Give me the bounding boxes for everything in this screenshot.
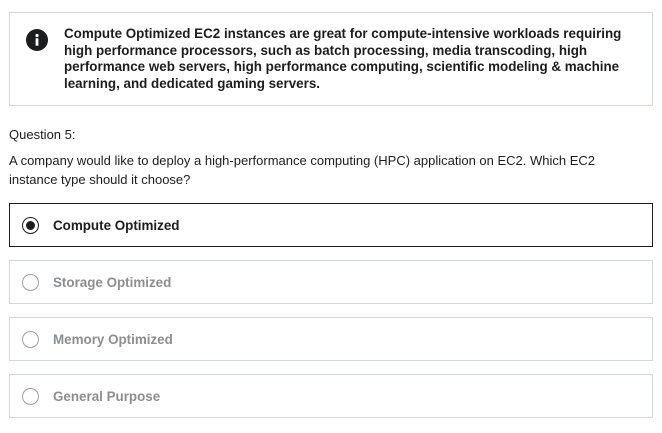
radio-button[interactable] — [22, 388, 39, 405]
answer-option-label: General Purpose — [53, 389, 161, 404]
radio-button[interactable] — [22, 274, 39, 291]
answer-option-label: Memory Optimized — [53, 332, 173, 347]
answer-option-label: Storage Optimized — [53, 275, 172, 290]
quiz-page: Compute Optimized EC2 instances are grea… — [0, 0, 662, 433]
question-number: Question 5: — [9, 127, 76, 142]
radio-dot — [26, 221, 35, 230]
info-icon — [26, 29, 48, 51]
answer-option-compute-optimized[interactable]: Compute Optimized — [9, 203, 653, 247]
explanation-box: Compute Optimized EC2 instances are grea… — [9, 12, 653, 106]
radio-button-selected[interactable] — [22, 217, 39, 234]
answer-option-memory-optimized[interactable]: Memory Optimized — [9, 317, 653, 361]
answer-option-label: Compute Optimized — [53, 218, 180, 233]
explanation-text: Compute Optimized EC2 instances are grea… — [64, 26, 622, 91]
answer-option-storage-optimized[interactable]: Storage Optimized — [9, 260, 653, 304]
answer-option-general-purpose[interactable]: General Purpose — [9, 374, 653, 418]
radio-button[interactable] — [22, 331, 39, 348]
question-text: A company would like to deploy a high-pe… — [9, 153, 596, 187]
